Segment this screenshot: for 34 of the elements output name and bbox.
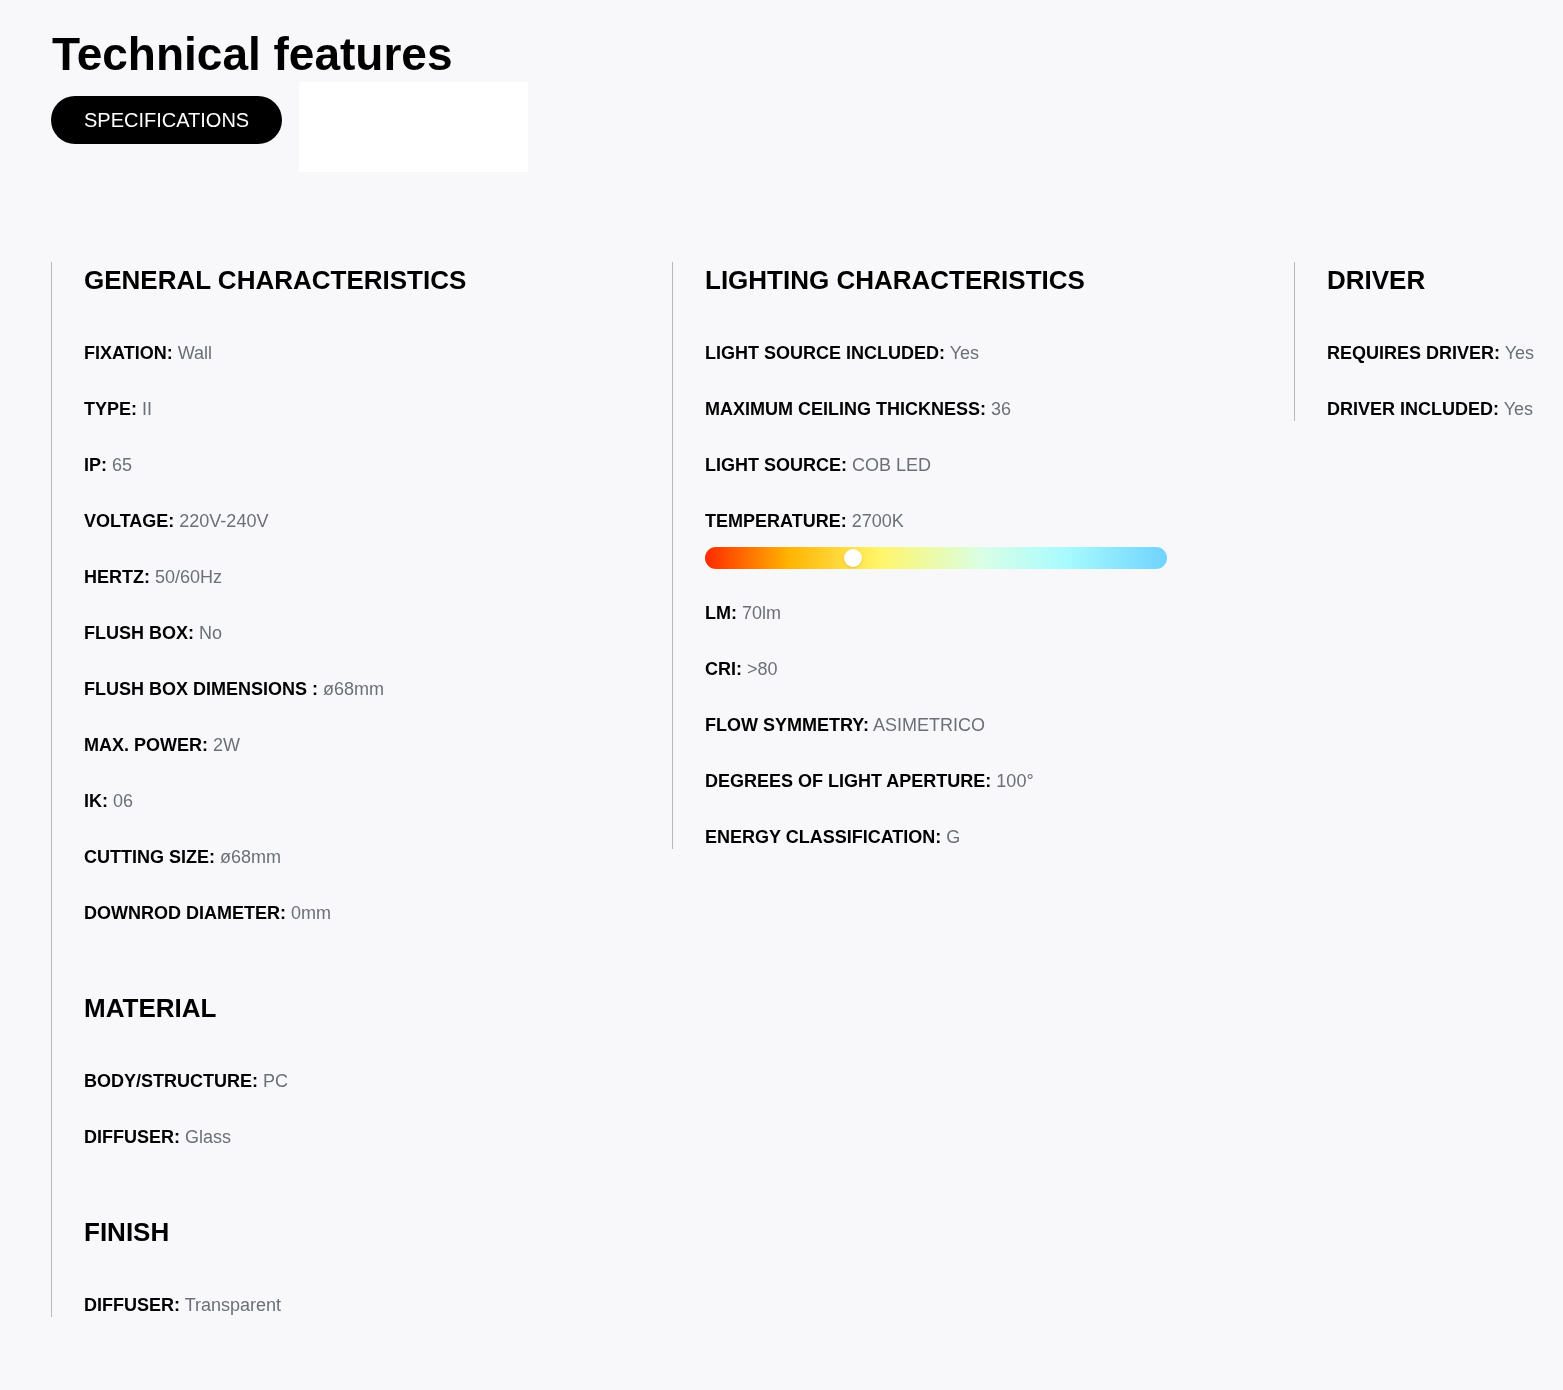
spec-row-text: BODY/STRUCTURE: PC: [84, 1070, 289, 1093]
spec-row-text: IP: 65: [84, 454, 134, 477]
spec-row-text: CUTTING SIZE: ø68mm: [84, 846, 282, 869]
spec-row-text: MAX. POWER: 2W: [84, 734, 241, 757]
color-temperature-slider[interactable]: [705, 547, 1167, 569]
section-heading: GENERAL CHARACTERISTICS: [84, 264, 468, 297]
spec-row-text: HERTZ: 50/60Hz: [84, 566, 224, 589]
page-title: Technical features: [52, 27, 454, 82]
spec-row-text: MAXIMUM CEILING THICKNESS: 36: [705, 398, 1013, 421]
slider-thumb[interactable]: [843, 549, 862, 567]
spec-row-text: DIFFUSER: Glass: [84, 1126, 232, 1149]
spec-row-text: LM: 70lm: [705, 602, 782, 625]
spec-row-text: TYPE: II: [84, 398, 154, 421]
section-heading: LIGHTING CHARACTERISTICS: [705, 264, 1086, 297]
spec-row-text: IK: 06: [84, 790, 135, 813]
section-heading: FINISH: [84, 1216, 171, 1249]
spec-row-text: REQUIRES DRIVER: Yes: [1327, 342, 1536, 365]
spec-row-text: LIGHT SOURCE INCLUDED: Yes: [705, 342, 981, 365]
spec-row-text: DRIVER INCLUDED: Yes: [1327, 398, 1535, 421]
spec-row-text: LIGHT SOURCE: COB LED: [705, 454, 933, 477]
spec-row-text: FLUSH BOX: No: [84, 622, 223, 645]
spec-row-text: ENERGY CLASSIFICATION: G: [705, 826, 962, 849]
spec-row-text: DIFFUSER: Transparent: [84, 1294, 283, 1317]
spec-row-text: VOLTAGE: 220V-240V: [84, 510, 270, 533]
section-heading: DRIVER: [1327, 264, 1427, 297]
spec-row-text: CRI: >80: [705, 658, 779, 681]
section-heading: MATERIAL: [84, 992, 218, 1025]
specifications-tab[interactable]: SPECIFICATIONS: [51, 96, 283, 144]
spec-row-text: FLOW SYMMETRY: ASIMETRICO: [705, 714, 986, 737]
spec-row-text: TEMPERATURE: 2700K: [705, 510, 905, 533]
spec-row-text: FLUSH BOX DIMENSIONS : ø68mm: [84, 678, 386, 701]
spec-row-text: FIXATION: Wall: [84, 342, 213, 365]
spec-row-text: DEGREES OF LIGHT APERTURE: 100°: [705, 770, 1035, 793]
spec-row-text: DOWNROD DIAMETER: 0mm: [84, 902, 332, 925]
